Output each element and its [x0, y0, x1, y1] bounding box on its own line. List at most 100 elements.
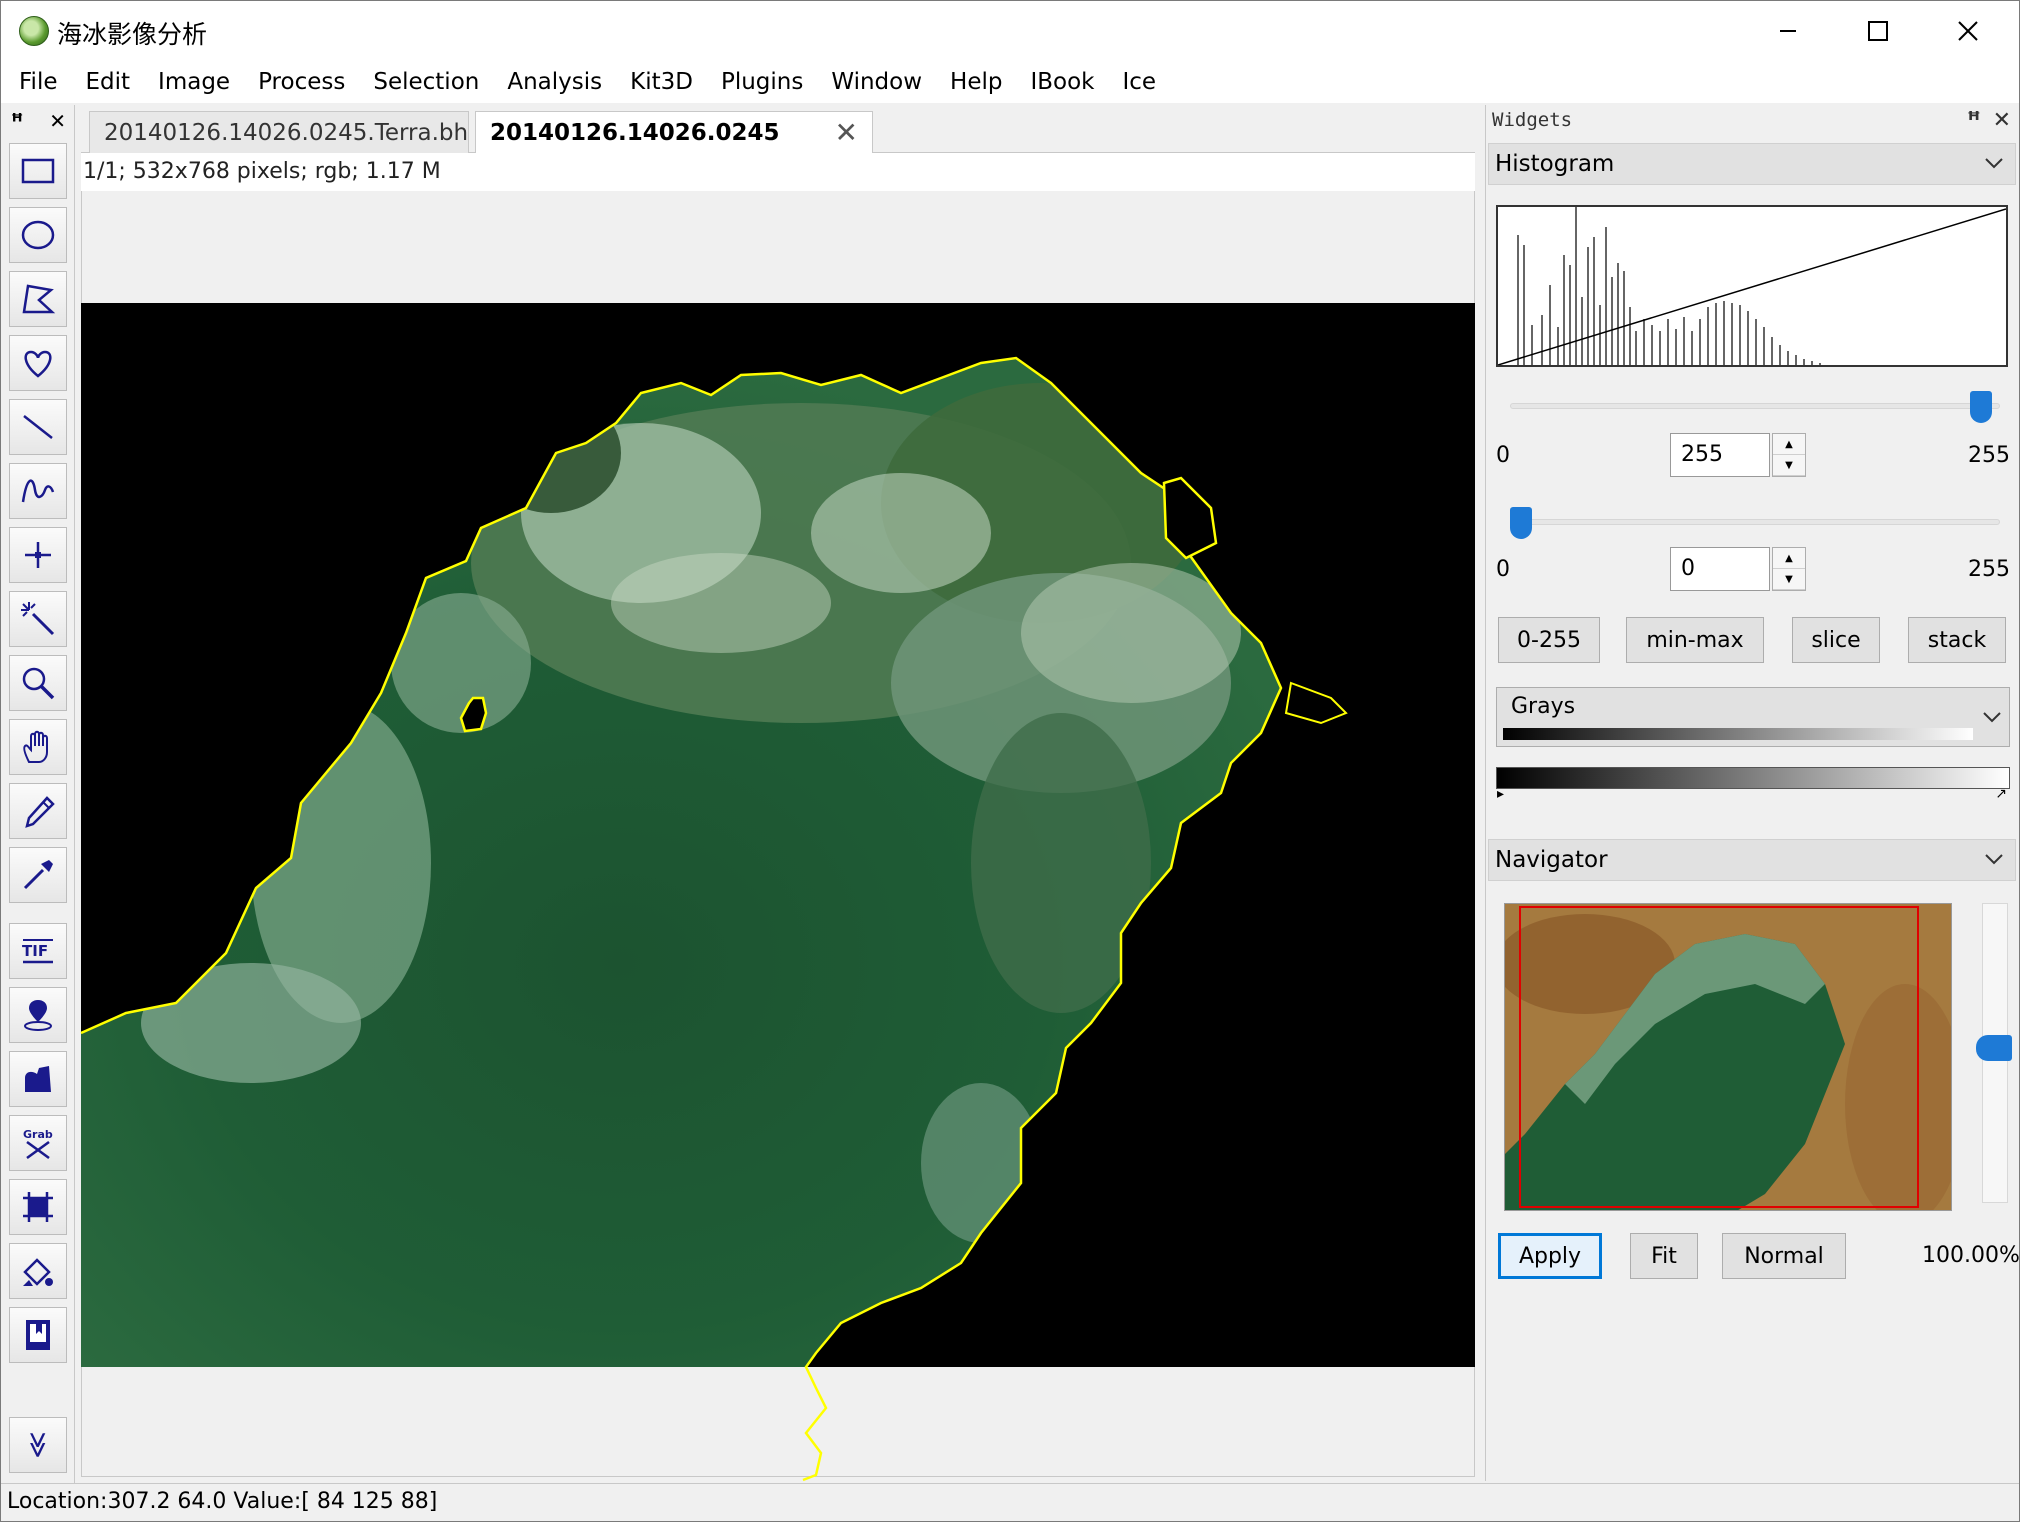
- line-tool[interactable]: [9, 399, 67, 455]
- tool-palette-header: ꟸ ✕: [3, 105, 74, 135]
- chevron-double-down-icon: ≫: [23, 1431, 53, 1459]
- paint-bucket-tool[interactable]: [9, 1243, 67, 1299]
- map-pin-tool[interactable]: [9, 987, 67, 1043]
- image-canvas[interactable]: [80, 303, 1475, 1482]
- zoom-slider-thumb[interactable]: [1976, 1035, 2012, 1061]
- min-value-input[interactable]: 0: [1670, 547, 1770, 591]
- histogram-graph: [1497, 207, 2007, 366]
- menu-process[interactable]: Process: [244, 61, 359, 103]
- menu-file[interactable]: File: [5, 61, 72, 103]
- fit-button[interactable]: Fit: [1630, 1233, 1698, 1279]
- freeline-tool[interactable]: [9, 463, 67, 519]
- close-panel-icon[interactable]: ✕: [1993, 108, 2011, 133]
- spin-down-icon[interactable]: ▼: [1773, 455, 1805, 476]
- image-info: 1/1; 532x768 pixels; rgb; 1.17 M: [81, 153, 1475, 191]
- document-tabs: 20140126.14026.0245.Terra.bh 20140126.14…: [81, 105, 1475, 153]
- oval-select-tool[interactable]: [9, 207, 67, 263]
- magnifier-tool[interactable]: [9, 655, 67, 711]
- more-tools-button[interactable]: ≫: [9, 1417, 67, 1473]
- crop-select-tool[interactable]: [9, 1179, 67, 1235]
- point-tool[interactable]: [9, 527, 67, 583]
- menu-ibook[interactable]: IBook: [1016, 61, 1108, 103]
- magic-wand-tool[interactable]: [9, 591, 67, 647]
- max-range-min-label: 0: [1496, 443, 1510, 468]
- app-window: 海冰影像分析 File Edit Image Process Selection…: [0, 0, 2020, 1522]
- normal-button[interactable]: Normal: [1722, 1233, 1846, 1279]
- oval-icon: [21, 220, 55, 250]
- maximize-button[interactable]: [1833, 1, 1923, 61]
- tab-active-image[interactable]: 20140126.14026.0245 ✕: [475, 111, 873, 153]
- menu-image[interactable]: Image: [144, 61, 244, 103]
- range-min-max-button[interactable]: min-max: [1626, 617, 1764, 663]
- spin-up-icon[interactable]: ▲: [1773, 548, 1805, 569]
- max-slider-track[interactable]: [1510, 403, 2000, 409]
- tab-terra-bh[interactable]: 20140126.14026.0245.Terra.bh: [89, 111, 469, 153]
- map-pin-icon: [24, 1000, 52, 1031]
- hand-tool[interactable]: [9, 719, 67, 775]
- menu-edit[interactable]: Edit: [72, 61, 145, 103]
- dropper-tool[interactable]: [9, 847, 67, 903]
- close-icon: [1958, 21, 1978, 41]
- min-slider-thumb[interactable]: [1510, 507, 1532, 539]
- close-window-button[interactable]: [1923, 1, 2013, 61]
- chevron-down-icon: [1985, 158, 2003, 169]
- tif-export-tool[interactable]: TIF: [9, 923, 67, 979]
- menu-selection[interactable]: Selection: [359, 61, 493, 103]
- app-logo-icon: [19, 16, 49, 46]
- spin-down-icon[interactable]: ▼: [1773, 569, 1805, 590]
- lut-start-marker[interactable]: ▸: [1497, 786, 1504, 802]
- sea-ice-image: [80, 303, 1475, 1482]
- widgets-panel: Widgets ꟸ ✕ Histogram 0 255 ▲ ▼ 255 0 0 …: [1485, 105, 2020, 1481]
- menu-analysis[interactable]: Analysis: [493, 61, 616, 103]
- navigator-thumbnail[interactable]: [1504, 903, 1952, 1211]
- histogram-section-header[interactable]: Histogram: [1488, 143, 2016, 185]
- book-tool[interactable]: [9, 1307, 67, 1363]
- pin-icon[interactable]: ꟸ: [1967, 108, 1981, 133]
- title-bar: 海冰影像分析: [1, 1, 2019, 61]
- apply-button[interactable]: Apply: [1498, 1233, 1602, 1279]
- menu-help[interactable]: Help: [936, 61, 1016, 103]
- lut-name: Grays: [1511, 694, 1576, 719]
- menu-kit3d[interactable]: Kit3D: [616, 61, 707, 103]
- range-slice-button[interactable]: slice: [1792, 617, 1880, 663]
- close-palette-icon[interactable]: ✕: [49, 109, 66, 133]
- max-value-input[interactable]: 255: [1670, 433, 1770, 477]
- lut-dropdown[interactable]: Grays: [1496, 687, 2010, 747]
- grab-tool[interactable]: Grab: [9, 1115, 67, 1171]
- range-stack-button[interactable]: stack: [1908, 617, 2006, 663]
- shape-fill-tool[interactable]: [9, 1051, 67, 1107]
- polygon-icon: [22, 284, 56, 314]
- pencil-tool[interactable]: [9, 783, 67, 839]
- lut-gradient-bar: ▸ ↗: [1496, 767, 2010, 802]
- app-title: 海冰影像分析: [57, 20, 208, 49]
- navigator-viewport-rect[interactable]: [1519, 906, 1919, 1208]
- min-value-stepper[interactable]: ▲ ▼: [1772, 547, 1806, 591]
- paint-bucket-icon: [23, 1258, 53, 1286]
- spin-up-icon[interactable]: ▲: [1773, 434, 1805, 455]
- navigator-title: Navigator: [1495, 847, 1608, 873]
- minimize-button[interactable]: [1743, 1, 1833, 61]
- polygon-select-tool[interactable]: [9, 271, 67, 327]
- wave-line-icon: [21, 479, 55, 503]
- max-slider-thumb[interactable]: [1970, 391, 1992, 423]
- menu-plugins[interactable]: Plugins: [707, 61, 817, 103]
- histogram-title: Histogram: [1495, 151, 1615, 177]
- histogram-plot: [1496, 205, 2008, 367]
- grab-icon: Grab: [23, 1128, 53, 1160]
- shape-fill-icon: [25, 1066, 51, 1092]
- close-tab-icon[interactable]: ✕: [835, 116, 858, 149]
- range-0-255-button[interactable]: 0-255: [1498, 617, 1600, 663]
- lut-end-marker[interactable]: ↗: [1995, 786, 2007, 802]
- minimize-icon: [1780, 30, 1796, 32]
- min-slider-track[interactable]: [1510, 519, 2000, 525]
- navigator-section-header[interactable]: Navigator: [1488, 839, 2016, 881]
- menu-window[interactable]: Window: [817, 61, 936, 103]
- zoom-percent: 100.00%: [1922, 1243, 2020, 1268]
- rectangle-select-tool[interactable]: [9, 143, 67, 199]
- freehand-select-tool[interactable]: [9, 335, 67, 391]
- menu-ice[interactable]: Ice: [1109, 61, 1171, 103]
- pin-icon[interactable]: ꟸ: [11, 109, 23, 133]
- tab-label: 20140126.14026.0245: [490, 119, 780, 146]
- max-value-stepper[interactable]: ▲ ▼: [1772, 433, 1806, 477]
- tool-palette: ꟸ ✕ TIF Grab ≫: [3, 105, 75, 1483]
